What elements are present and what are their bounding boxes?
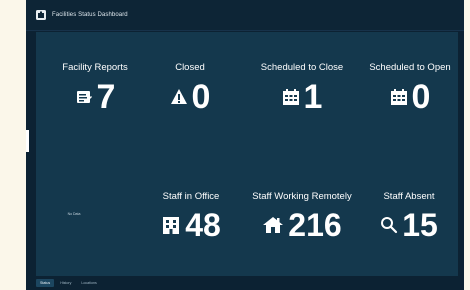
card-value: 0 — [191, 78, 211, 116]
card-label: Staff Working Remotely — [252, 191, 352, 202]
card-value: 0 — [411, 78, 431, 116]
staff-office-card: Staff in Office 48 — [142, 191, 240, 241]
card-value: 15 — [402, 207, 438, 243]
home-icon — [263, 217, 284, 233]
card-label: Closed — [175, 62, 205, 73]
card-label: Scheduled to Open — [369, 62, 451, 73]
building-icon — [163, 217, 180, 234]
scheduled-close-card: Scheduled to Close 1 — [250, 62, 354, 114]
app-title: Facilities Status Dashboard — [52, 12, 128, 18]
card-label: Facility Reports — [62, 62, 128, 73]
warning-icon — [170, 89, 187, 104]
search-icon — [381, 217, 398, 234]
dashboard-window: Facilities Status Dashboard Status Histo… — [26, 0, 464, 290]
calendar-icon — [282, 89, 299, 105]
closed-card: Closed 0 — [140, 62, 240, 114]
card-label: Staff Absent — [383, 191, 435, 202]
report-icon — [76, 91, 92, 103]
no-data-text: No Data — [67, 212, 81, 216]
card-value: 7 — [96, 78, 116, 116]
card-label: Scheduled to Close — [260, 62, 344, 73]
tab-locations[interactable]: Locations — [77, 279, 100, 287]
scheduled-open-card: Scheduled to Open 0 — [360, 62, 460, 114]
card-label: Staff in Office — [162, 191, 220, 202]
staff-remote-card: Staff Working Remotely 216 — [244, 191, 360, 241]
card-value: 48 — [185, 207, 221, 243]
title-bar: Facilities Status Dashboard — [26, 0, 464, 31]
tab-bar: Status History Locations — [36, 276, 458, 290]
card-value: 1 — [303, 78, 323, 116]
tab-history[interactable]: History — [56, 279, 75, 287]
tab-status[interactable]: Status — [36, 279, 55, 287]
splitter-handle[interactable] — [26, 130, 29, 152]
calendar-icon — [390, 89, 407, 105]
facility-reports-card: Facility Reports 7 — [40, 62, 150, 114]
card-value: 216 — [288, 207, 342, 243]
staff-absent-card: Staff Absent 15 — [362, 191, 456, 241]
app-logo-icon — [36, 10, 46, 20]
